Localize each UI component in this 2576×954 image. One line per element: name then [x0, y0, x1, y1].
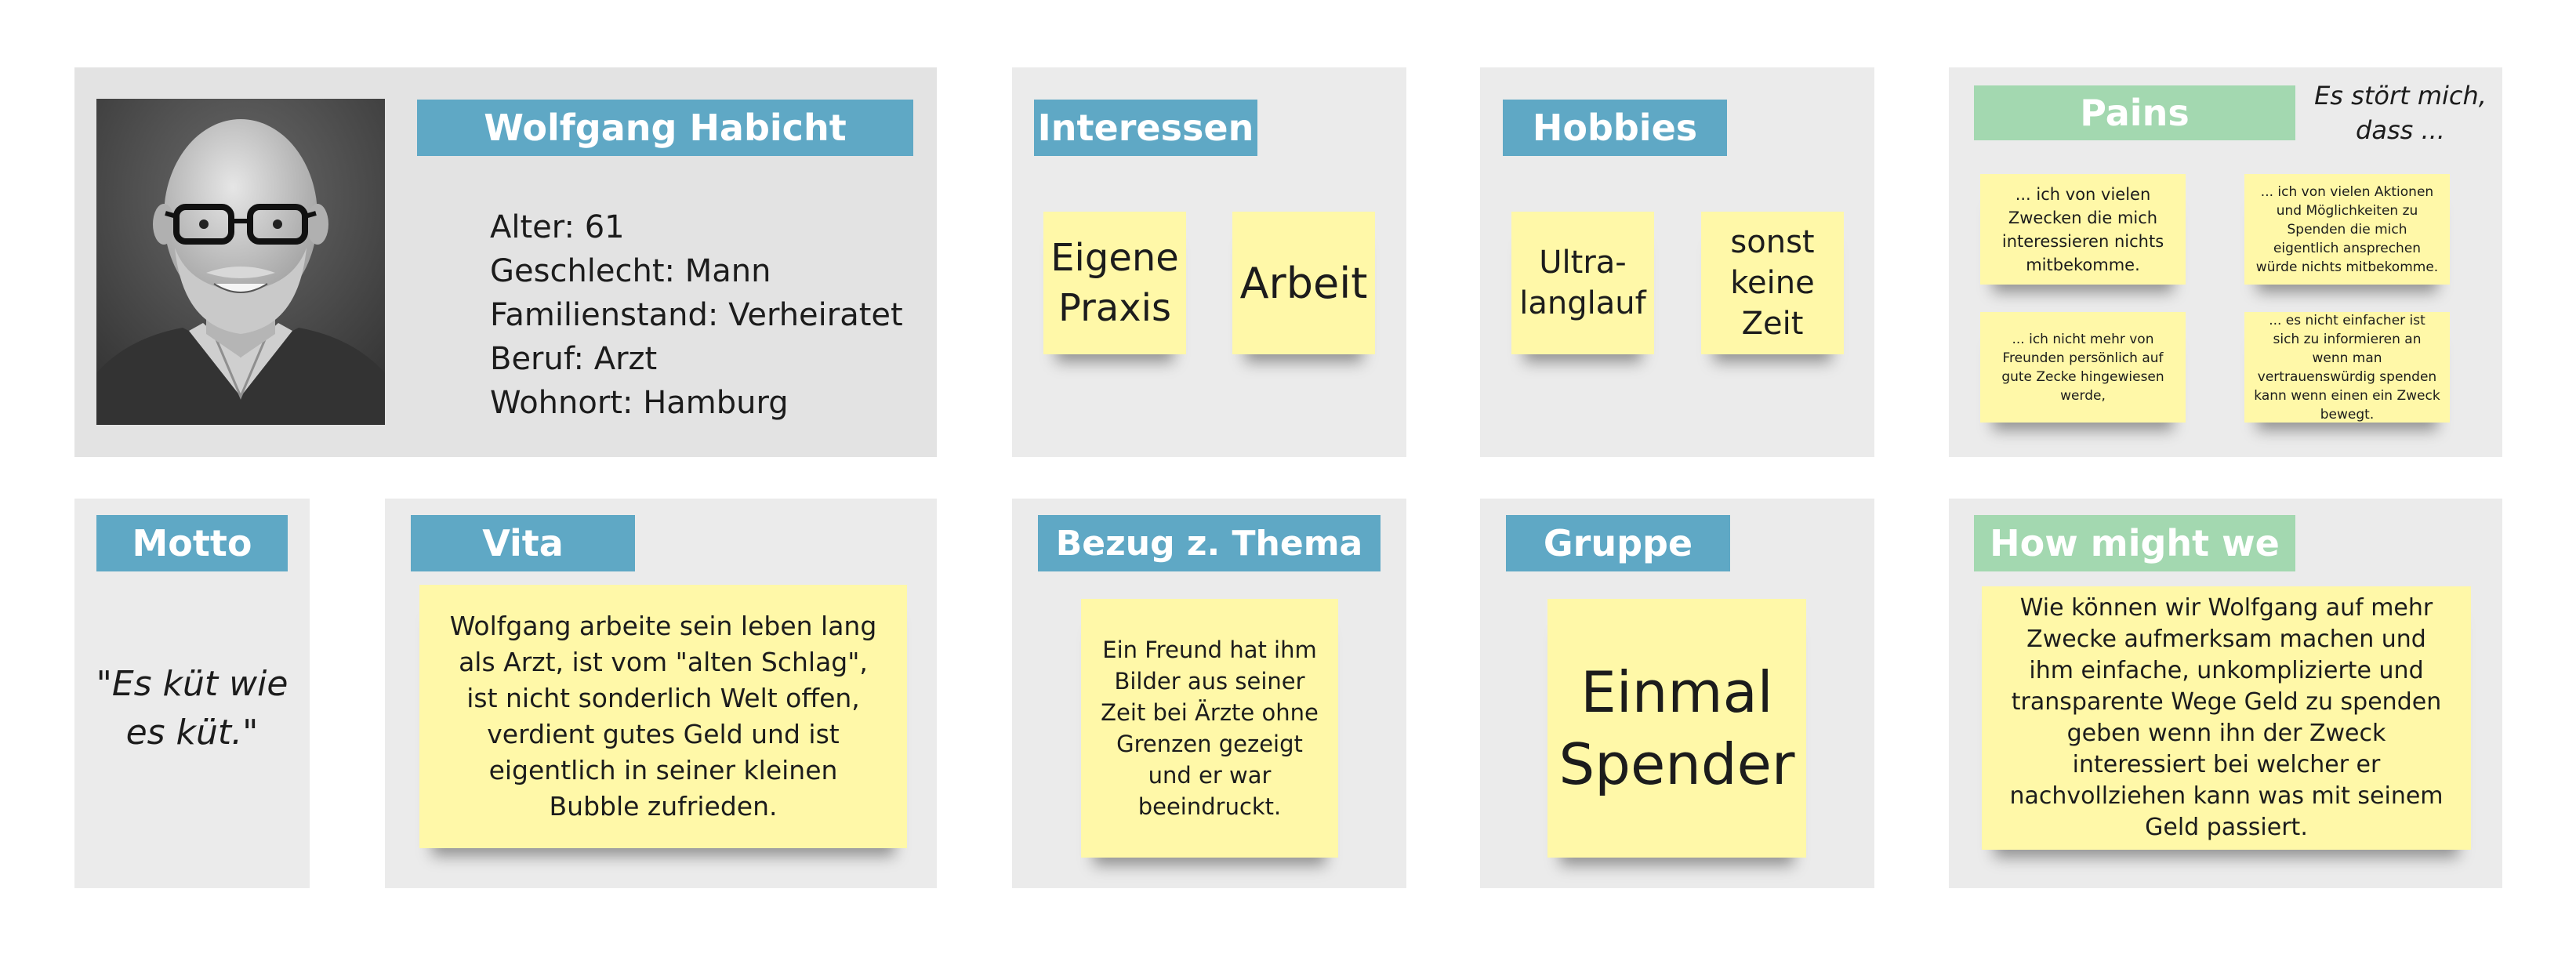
pains-note-4: ... es nicht einfacher ist sich zu infor…: [2244, 312, 2450, 423]
pains-panel: Pains Es stört mich, dass ... ... ich vo…: [1949, 67, 2502, 457]
hmw-tag: How might we: [1974, 515, 2295, 571]
hobbies-note-2: sonst keine Zeit: [1701, 212, 1844, 354]
pains-note-1: ... ich von vielen Zwecken die mich inte…: [1980, 174, 2186, 285]
pains-note-3: ... ich nicht mehr von Freunden persönli…: [1980, 312, 2186, 423]
hmw-panel: How might we Wie können wir Wolfgang auf…: [1949, 499, 2502, 888]
hobbies-tag: Hobbies: [1503, 100, 1727, 156]
bezug-tag: Bezug z. Thema: [1038, 515, 1381, 571]
fact-wohnort: Wohnort: Hamburg: [490, 385, 789, 421]
profile-panel: Wolfgang Habicht Alter: 61 Geschlecht: M…: [74, 67, 937, 457]
fact-familienstand: Familienstand: Verheiratet: [490, 297, 903, 333]
fact-alter: Alter: 61: [490, 209, 625, 245]
interessen-panel: Interessen Eigene Praxis Arbeit: [1012, 67, 1406, 457]
interessen-tag: Interessen: [1034, 100, 1257, 156]
vita-note: Wolfgang arbeite sein leben lang als Arz…: [419, 585, 907, 848]
interessen-note-1: Eigene Praxis: [1043, 212, 1186, 354]
hmw-note: Wie können wir Wolfgang auf mehr Zwecke …: [1982, 586, 2471, 850]
gruppe-note: Einmal Spender: [1547, 599, 1806, 858]
motto-tag: Motto: [96, 515, 288, 571]
fact-beruf: Beruf: Arzt: [490, 341, 658, 377]
pains-aside: Es stört mich, dass ...: [2314, 81, 2487, 145]
bezug-note: Ein Freund hat ihm Bilder aus seiner Zei…: [1081, 599, 1338, 858]
vita-tag: Vita: [411, 515, 635, 571]
gruppe-panel: Gruppe Einmal Spender: [1480, 499, 1874, 888]
profile-name: Wolfgang Habicht: [484, 107, 847, 149]
pains-note-2: ... ich von vielen Aktionen und Möglichk…: [2244, 174, 2450, 285]
bezug-panel: Bezug z. Thema Ein Freund hat ihm Bilder…: [1012, 499, 1406, 888]
hobbies-panel: Hobbies Ultra-langlauf sonst keine Zeit: [1480, 67, 1874, 457]
fact-geschlecht: Geschlecht: Mann: [490, 253, 771, 289]
profile-photo: [96, 99, 385, 425]
gruppe-tag: Gruppe: [1506, 515, 1730, 571]
motto-panel: Motto "Es küt wie es küt.": [74, 499, 310, 888]
vita-panel: Vita Wolfgang arbeite sein leben lang al…: [385, 499, 937, 888]
profile-name-tag: Wolfgang Habicht: [417, 100, 913, 156]
motto-quote: "Es küt wie es küt.": [96, 664, 288, 753]
pains-tag: Pains: [1974, 85, 2295, 140]
interessen-note-2: Arbeit: [1232, 212, 1375, 354]
hobbies-note-1: Ultra-langlauf: [1511, 212, 1654, 354]
portrait-image: [96, 99, 385, 425]
